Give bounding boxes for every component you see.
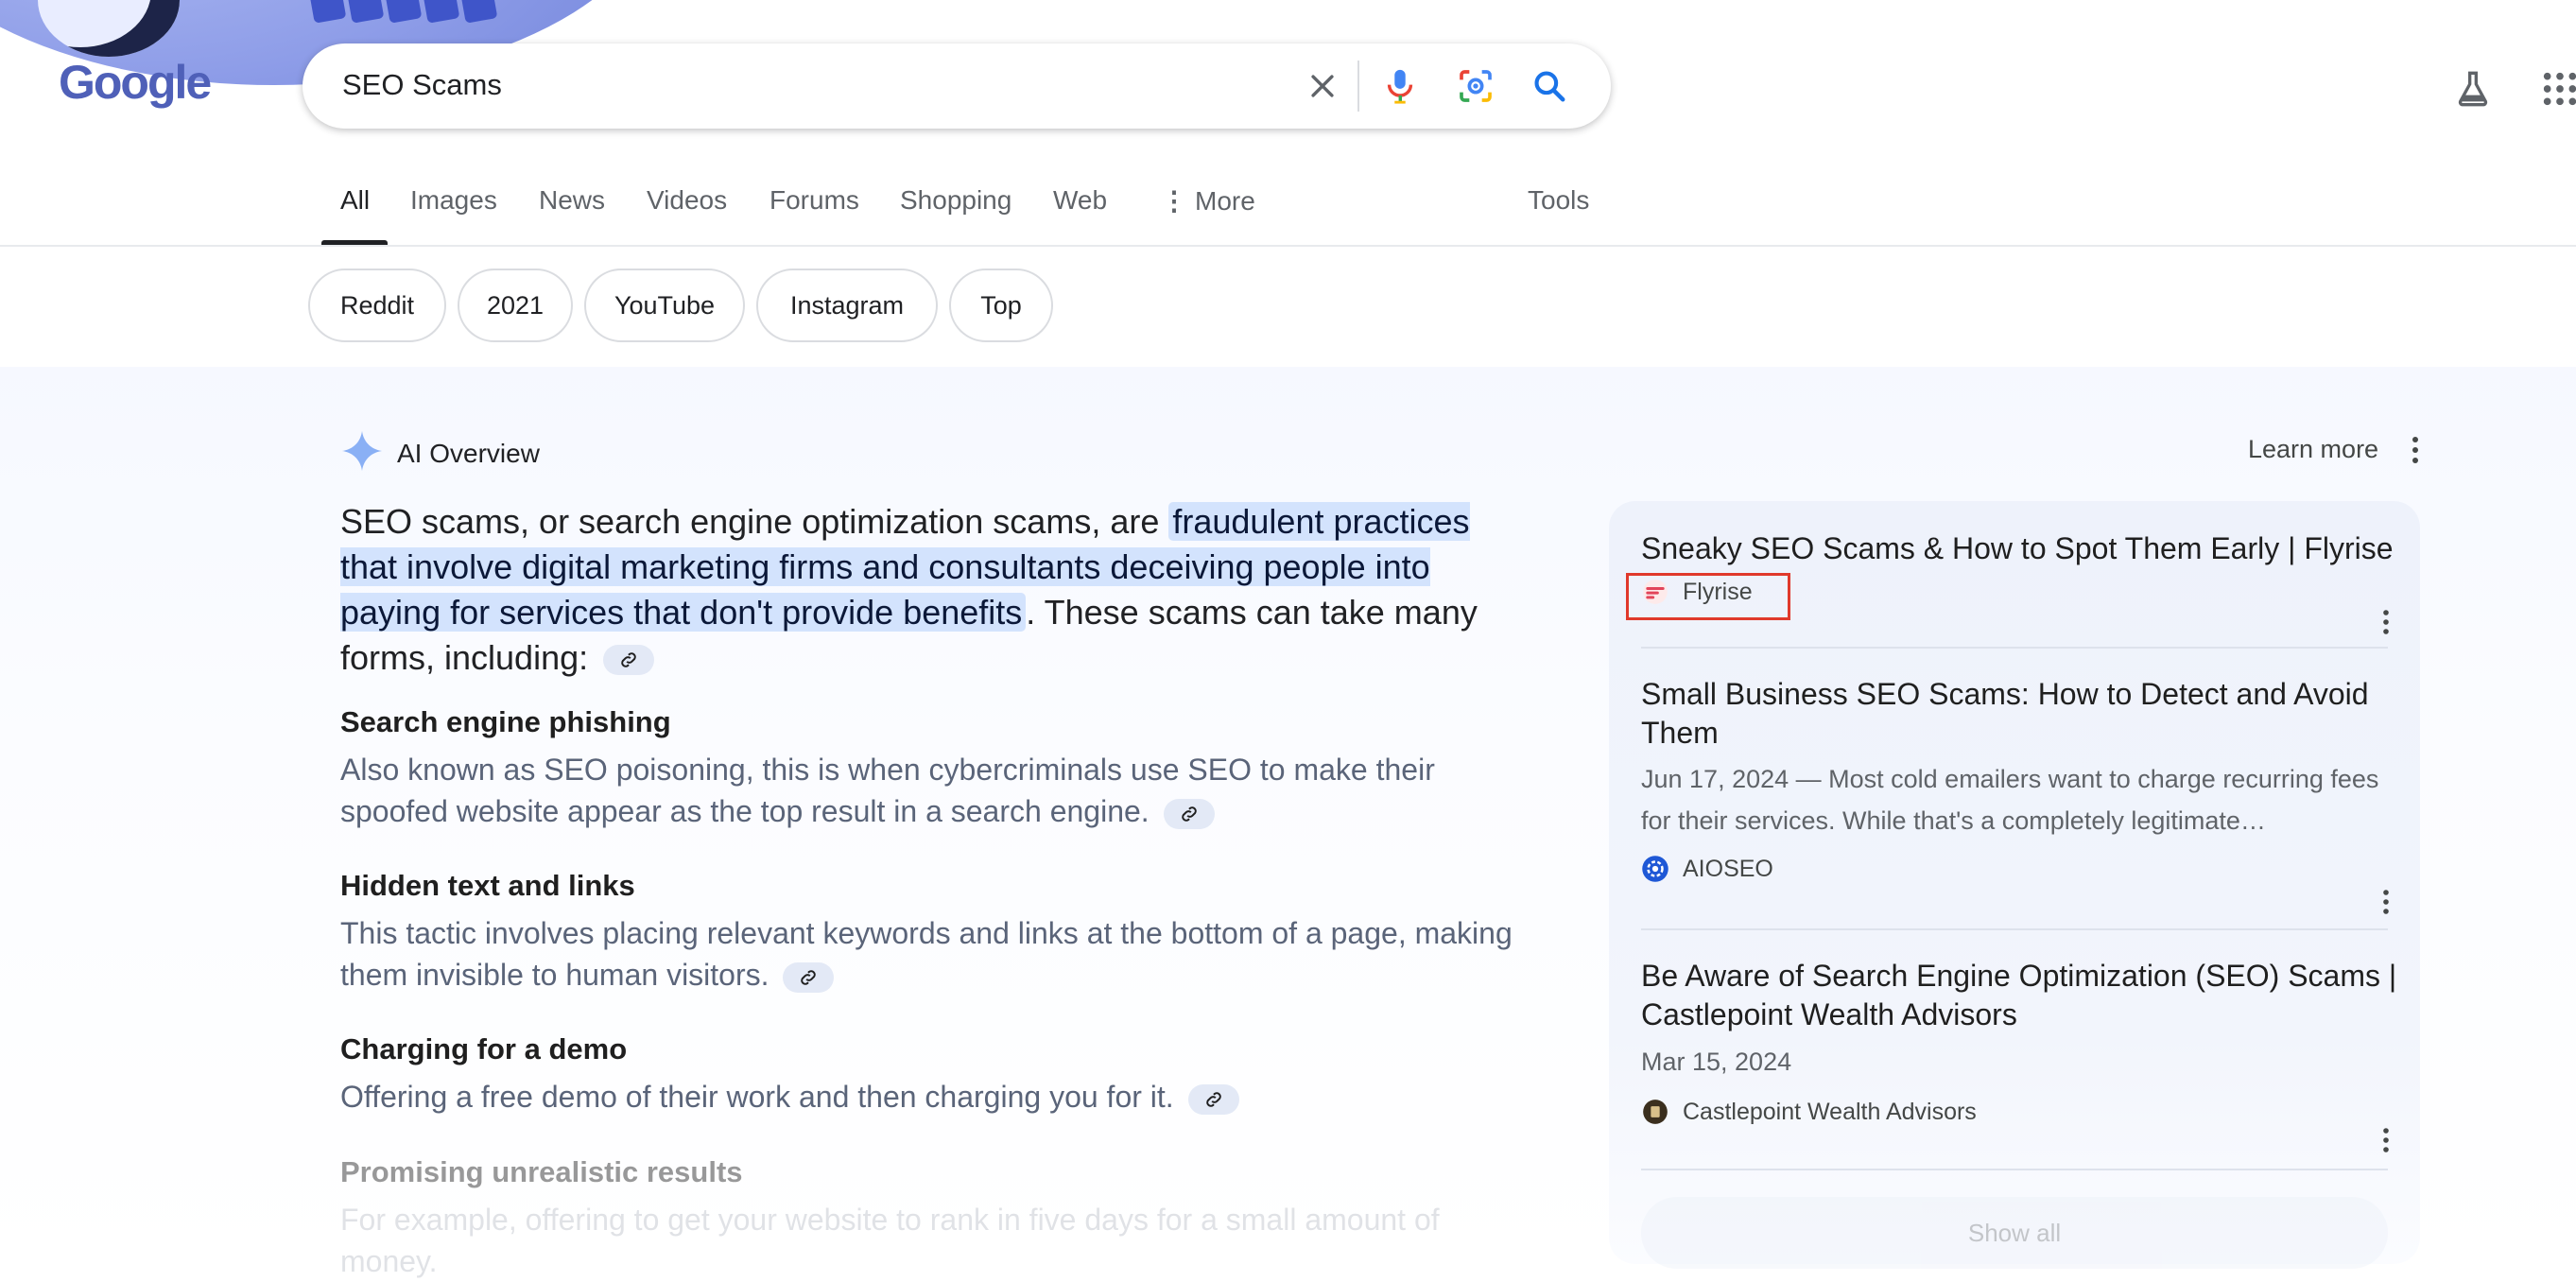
more-options-icon[interactable] [2375,883,2397,921]
ai-overview-header: AI Overview [340,429,540,477]
source-title[interactable]: Sneaky SEO Scams & How to Spot Them Earl… [1641,529,2397,568]
chip-youtube[interactable]: YouTube [584,269,745,342]
tab-videos[interactable]: Videos [647,185,727,216]
show-all-button[interactable]: Show all [1641,1197,2388,1269]
source-site: Castlepoint Wealth Advisors [1641,1098,2397,1126]
source-link-icon[interactable] [1188,1084,1239,1115]
google-apps-grid-icon[interactable] [2533,62,2576,115]
ai-section-demo: Charging for a demo Offering a free demo… [340,1032,1531,1117]
source-title[interactable]: Small Business SEO Scams: How to Detect … [1641,675,2397,753]
section-heading: Promising unrealistic results [340,1155,1531,1189]
source-card-castlepoint[interactable]: Be Aware of Search Engine Optimization (… [1641,957,2397,1126]
source-link-icon[interactable] [603,645,654,675]
tab-news[interactable]: News [539,185,605,216]
ai-section-hidden-text: Hidden text and links This tactic involv… [340,869,1531,996]
tools-button[interactable]: Tools [1528,185,1589,216]
tab-web[interactable]: Web [1053,185,1107,216]
chip-top[interactable]: Top [949,269,1053,342]
search-input[interactable]: SEO Scams [342,68,502,102]
source-divider [1641,928,2388,930]
source-title[interactable]: Be Aware of Search Engine Optimization (… [1641,957,2397,1034]
source-site-name: AIOSEO [1683,856,1773,883]
chip-instagram[interactable]: Instagram [756,269,938,342]
ai-section-unrealistic-results: Promising unrealistic results For exampl… [340,1155,1531,1282]
google-logo[interactable]: Google [59,55,210,110]
section-body: Also known as SEO poisoning, this is whe… [340,749,1531,832]
section-heading: Hidden text and links [340,869,1531,903]
section-heading: Charging for a demo [340,1032,1531,1066]
section-body: Offering a free demo of their work and t… [340,1076,1531,1117]
more-vert-icon: ⋮ [1161,186,1187,216]
more-options-icon[interactable] [2401,431,2429,469]
search-box[interactable]: SEO Scams [303,43,1611,129]
doodle-tiles-graphic [312,0,501,26]
microphone-icon[interactable] [1371,57,1429,115]
source-divider [1641,1169,2388,1170]
search-divider [1357,61,1359,112]
source-date: Mar 15, 2024 [1641,1048,2397,1077]
section-body: This tactic involves placing relevant ke… [340,912,1531,996]
section-body: For example, offering to get your websit… [340,1199,1531,1282]
clear-icon[interactable] [1293,57,1352,115]
summary-intro-text: SEO scams, or search engine optimization… [340,502,1168,541]
chip-reddit[interactable]: Reddit [308,269,446,342]
aioseo-favicon-icon [1641,855,1669,883]
annotation-highlight-box [1626,573,1790,620]
source-divider [1641,647,2388,649]
source-card-aioseo[interactable]: Small Business SEO Scams: How to Detect … [1641,675,2397,883]
ai-overview-title: AI Overview [397,439,540,469]
tab-forums[interactable]: Forums [769,185,859,216]
source-site-name: Castlepoint Wealth Advisors [1683,1099,1977,1126]
source-site: AIOSEO [1641,855,2397,883]
section-body-text: Also known as SEO poisoning, this is whe… [340,753,1435,828]
source-link-icon[interactable] [783,962,834,993]
tab-more[interactable]: ⋮ More [1161,185,1255,217]
section-heading: Search engine phishing [340,705,1531,739]
section-body-text: Offering a free demo of their work and t… [340,1080,1174,1114]
source-link-icon[interactable] [1164,799,1215,829]
chip-2021[interactable]: 2021 [458,269,573,342]
ai-overview-summary: SEO scams, or search engine optimization… [340,499,1531,681]
more-options-icon[interactable] [2375,603,2397,641]
search-icon[interactable] [1520,57,1579,115]
source-snippet: Jun 17, 2024 — Most cold emailers want t… [1641,758,2397,841]
learn-more-link[interactable]: Learn more [2248,435,2378,464]
tab-images[interactable]: Images [410,185,497,216]
ai-section-phishing: Search engine phishing Also known as SEO… [340,705,1531,832]
google-lens-icon[interactable] [1446,57,1505,115]
section-body-text: This tactic involves placing relevant ke… [340,916,1513,992]
castlepoint-favicon-icon [1641,1098,1669,1126]
tab-more-label: More [1195,186,1255,216]
tabs-divider [0,245,2576,247]
more-options-icon[interactable] [2375,1121,2397,1159]
search-labs-flask-icon[interactable] [2446,62,2499,115]
tab-shopping[interactable]: Shopping [900,185,1011,216]
tab-all[interactable]: All [340,185,370,216]
gemini-sparkle-icon [340,429,384,477]
